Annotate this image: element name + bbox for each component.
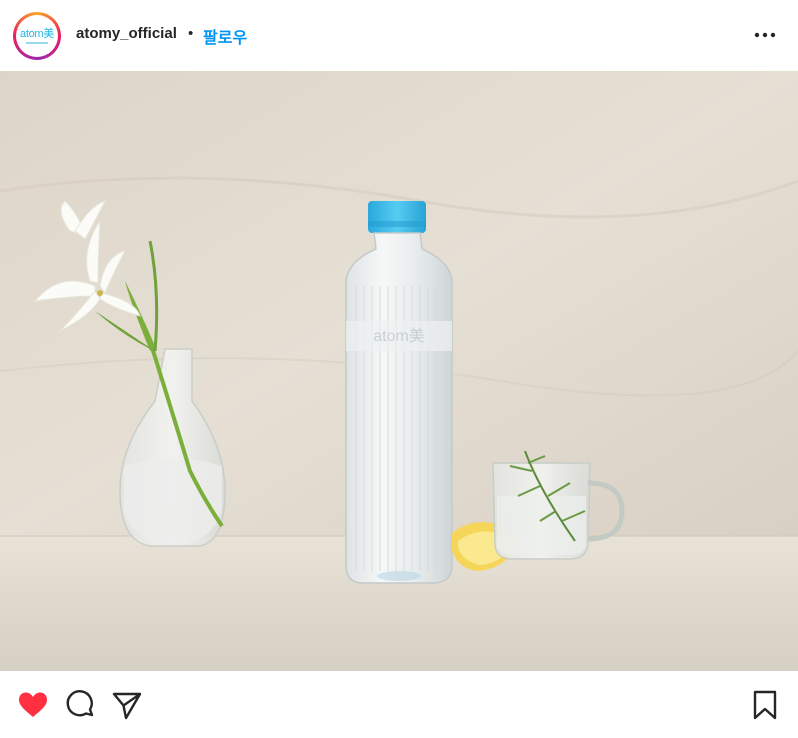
- post-actions-bar: [0, 672, 798, 738]
- separator-dot: •: [188, 25, 194, 42]
- username-link[interactable]: atomy_official: [76, 25, 177, 42]
- follow-button[interactable]: 팔로우: [203, 24, 247, 48]
- post-header: atom美 atomy_official • 팔로우: [0, 0, 798, 70]
- heart-filled-icon[interactable]: [16, 688, 50, 722]
- avatar-logo-text: atom美: [20, 27, 54, 40]
- avatar-inner: atom美: [16, 15, 58, 57]
- post-image[interactable]: atom美: [0, 71, 798, 671]
- more-options-icon[interactable]: [752, 24, 778, 46]
- avatar-logo-underline: [26, 41, 48, 44]
- avatar[interactable]: atom美: [13, 12, 61, 60]
- post-photo-illustration: atom美: [0, 71, 798, 671]
- bookmark-icon[interactable]: [748, 688, 782, 722]
- instagram-post: atom美 atomy_official • 팔로우 atom美: [0, 0, 798, 738]
- share-icon[interactable]: [110, 688, 144, 722]
- comment-icon[interactable]: [63, 688, 97, 722]
- bottle-brand-text: atom美: [373, 327, 425, 345]
